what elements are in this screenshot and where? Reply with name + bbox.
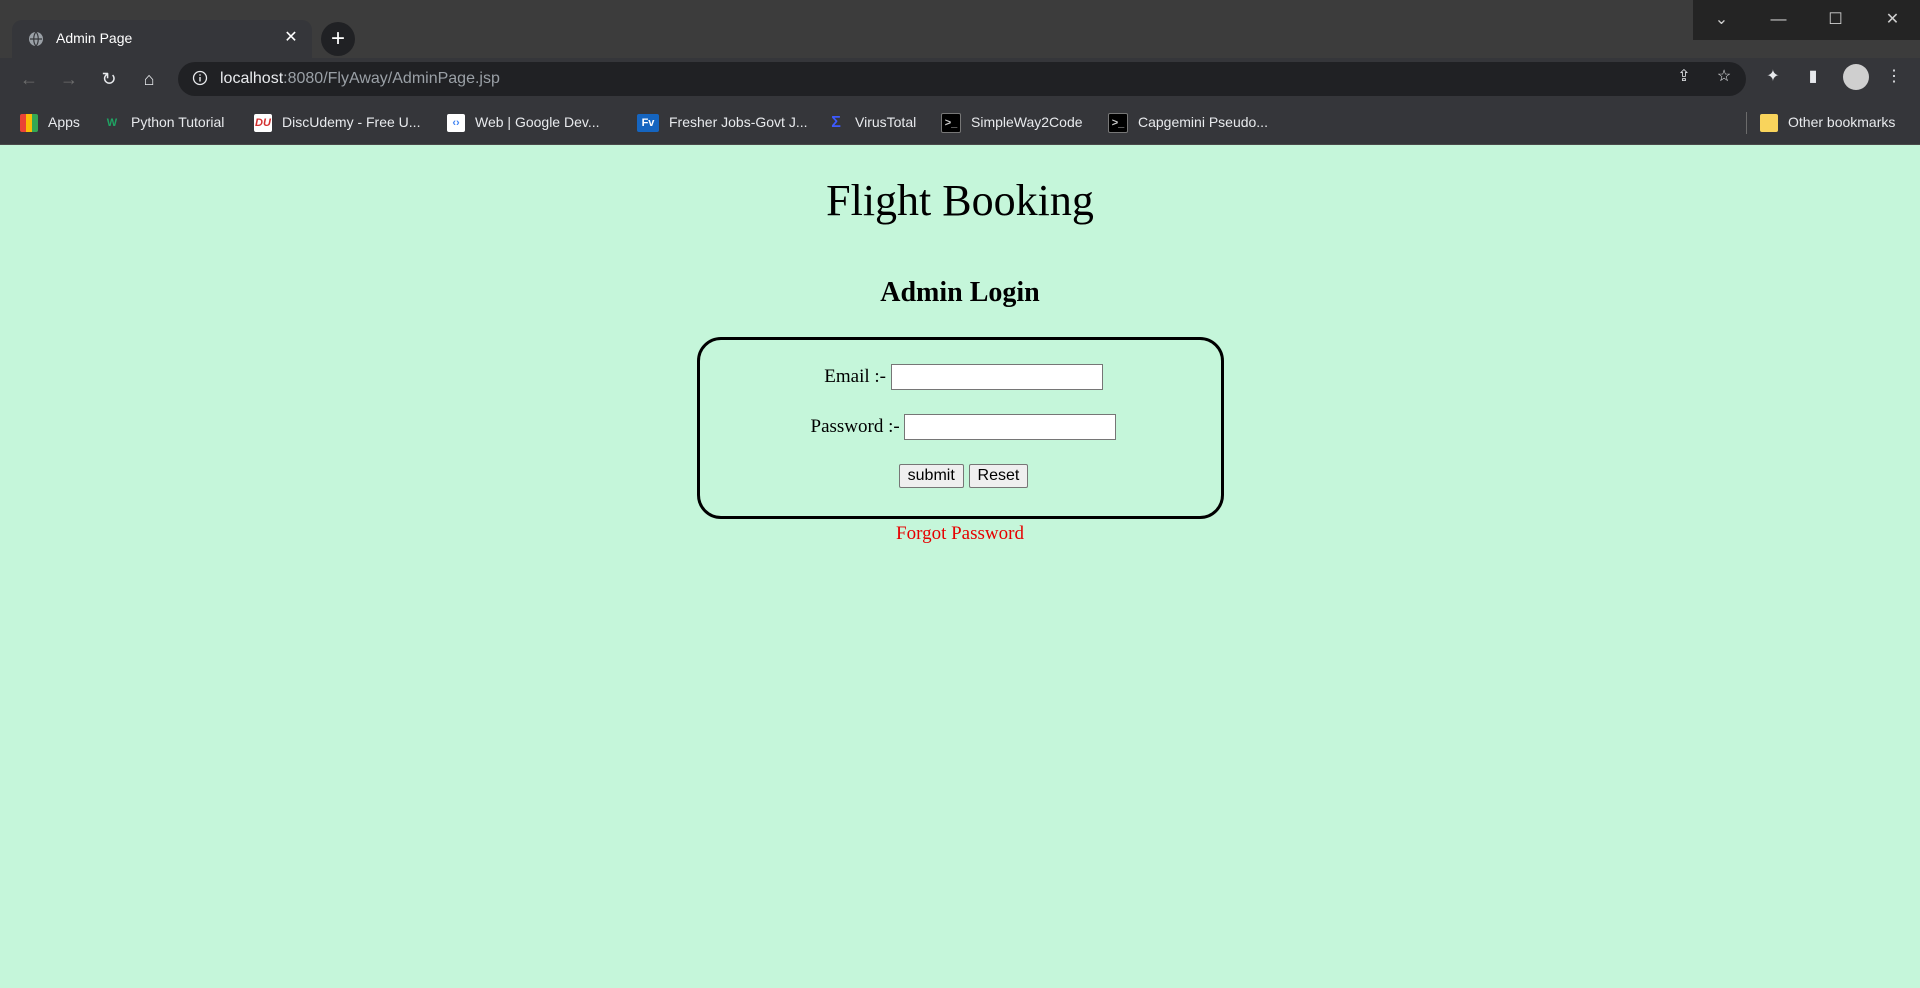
password-label: Password :- (810, 416, 900, 437)
bookmark-google-dev[interactable]: ‹› Web | Google Dev... (447, 112, 600, 133)
browser-titlebar: Admin Page ✕ + ⌄ — ☐ ✕ (0, 0, 1920, 58)
side-panel-icon[interactable]: ▮ (1803, 67, 1823, 87)
terminal-icon: >_ (941, 113, 961, 134)
url-host: localhost (220, 70, 284, 87)
bookmark-discudemy[interactable]: DU DiscUdemy - Free U... (254, 112, 420, 133)
bookmark-fresher-jobs[interactable]: Fv Fresher Jobs-Govt J... (637, 112, 807, 133)
globe-icon (29, 31, 43, 47)
star-icon[interactable]: ☆ (1714, 67, 1734, 87)
bookmark-simpleway2code[interactable]: >_ SimpleWay2Code (941, 112, 1083, 134)
bookmarks-separator (1746, 112, 1747, 134)
tab-search-icon[interactable]: ⌄ (1693, 0, 1750, 40)
submit-button[interactable]: submit (898, 464, 964, 488)
bookmark-capgemini[interactable]: >_ Capgemini Pseudo... (1108, 112, 1268, 134)
url-text: localhost:8080/FlyAway/AdminPage.jsp (220, 70, 500, 88)
close-window-icon[interactable]: ✕ (1864, 0, 1920, 40)
back-icon[interactable]: ← (18, 68, 40, 90)
info-icon (192, 70, 208, 86)
minimize-icon[interactable]: — (1750, 0, 1807, 40)
login-heading: Admin Login (880, 277, 1040, 308)
page-title: Flight Booking (826, 176, 1094, 225)
address-bar[interactable]: localhost:8080/FlyAway/AdminPage.jsp (178, 62, 1746, 96)
bookmarks-bar: Apps W Python Tutorial DU DiscUdemy - Free… (0, 100, 1920, 145)
browser-toolbar: ← → ↻ ⌂ localhost:8080/FlyAway/AdminPage… (0, 58, 1920, 100)
extensions-icon[interactable]: ✦ (1763, 67, 1783, 87)
forgot-password-link[interactable]: Forgot Password (0, 523, 1920, 545)
password-row: Password :- (700, 414, 1227, 440)
reload-icon[interactable]: ↻ (98, 68, 120, 90)
bookmark-virustotal[interactable]: Σ VirusTotal (827, 112, 916, 132)
fv-icon: Fv (637, 114, 659, 133)
tab-title: Admin Page (56, 30, 133, 46)
avatar[interactable] (1843, 64, 1869, 90)
new-tab-button[interactable]: + (321, 22, 355, 56)
reset-button[interactable]: Reset (968, 464, 1029, 488)
browser-tab[interactable]: Admin Page ✕ (12, 20, 312, 58)
terminal-icon: >_ (1108, 113, 1128, 134)
bookmark-apps[interactable]: Apps (20, 112, 80, 133)
bookmark-python-tutorial[interactable]: W Python Tutorial (103, 112, 225, 132)
close-tab-icon[interactable]: ✕ (280, 27, 302, 49)
button-row: submit Reset (700, 464, 1227, 488)
email-label: Email :- (824, 366, 886, 387)
page-content: Flight Booking Admin Login Email :- Pass… (0, 145, 1920, 988)
apps-grid-icon (20, 114, 38, 133)
email-field[interactable] (890, 364, 1103, 390)
share-icon[interactable]: ⇪ (1674, 67, 1694, 87)
w-logo-icon: W (106, 117, 118, 130)
email-row: Email :- (700, 364, 1227, 390)
bookmark-other[interactable]: Other bookmarks (1760, 112, 1895, 133)
google-dev-icon: ‹› (447, 114, 465, 133)
virustotal-icon: Σ (831, 114, 841, 132)
forward-icon[interactable]: → (58, 68, 80, 90)
folder-icon (1760, 114, 1778, 133)
menu-icon[interactable]: ⋮ (1884, 67, 1904, 87)
discudemy-icon: DU (254, 114, 272, 133)
home-icon[interactable]: ⌂ (138, 68, 160, 90)
url-path: :8080/FlyAway/AdminPage.jsp (283, 70, 500, 87)
login-form: Email :- Password :- submit Reset (697, 337, 1224, 519)
password-field[interactable] (904, 414, 1117, 440)
maximize-icon[interactable]: ☐ (1807, 0, 1864, 40)
